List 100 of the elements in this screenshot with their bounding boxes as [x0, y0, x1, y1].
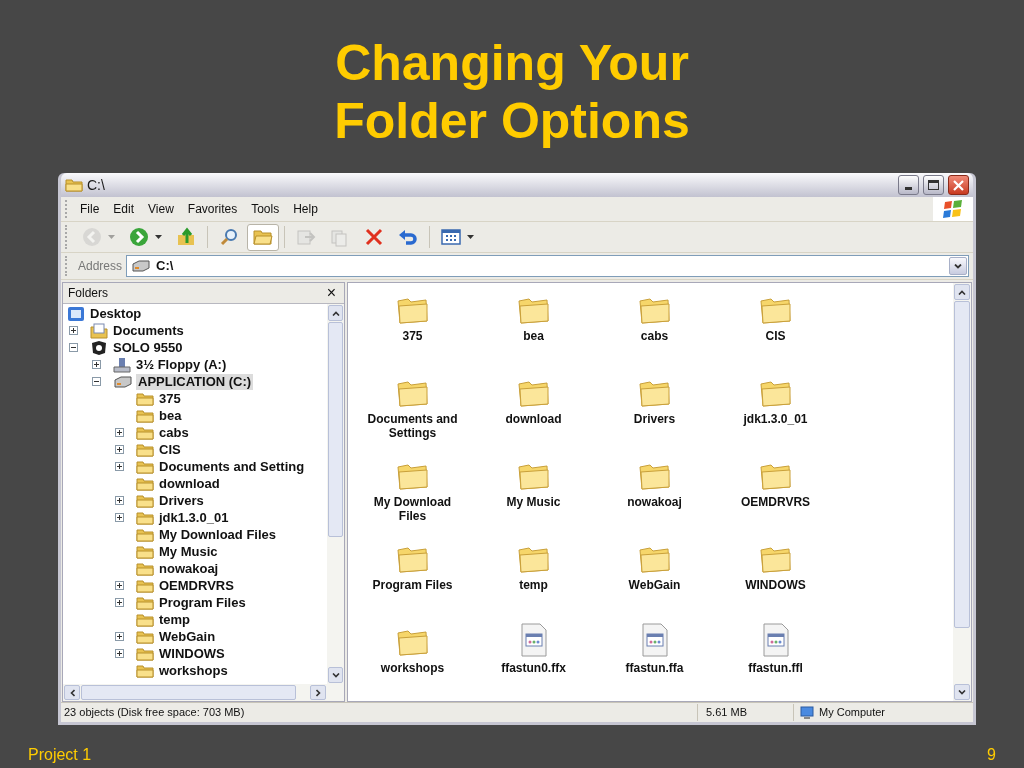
folder-item[interactable]: cabs: [594, 289, 715, 372]
tree-item[interactable]: nowakoaj: [157, 560, 221, 577]
vertical-scrollbar[interactable]: [327, 304, 344, 684]
maximize-button[interactable]: [923, 175, 944, 195]
documents-folder-icon: [90, 322, 108, 339]
folder-item[interactable]: Drivers: [594, 372, 715, 455]
folder-item[interactable]: workshops: [352, 621, 473, 704]
expand-icon[interactable]: [92, 360, 101, 369]
folder-icon: [395, 627, 430, 657]
document-item[interactable]: ffastun0.ffx: [473, 621, 594, 704]
caret-icon[interactable]: [467, 235, 474, 239]
folder-item[interactable]: temp: [473, 538, 594, 621]
close-icon: [953, 179, 964, 191]
folder-item[interactable]: My Music: [473, 455, 594, 538]
menu-item[interactable]: Tools: [245, 200, 286, 218]
folder-item[interactable]: Documents and Settings: [352, 372, 473, 455]
document-icon: [639, 623, 670, 657]
expand-icon[interactable]: [115, 513, 124, 522]
status-zone: My Computer: [819, 705, 886, 721]
tree-item[interactable]: Desktop: [88, 305, 144, 322]
tree-item[interactable]: workshops: [157, 662, 230, 679]
tree-item[interactable]: Drivers: [157, 492, 206, 509]
expand-icon[interactable]: [115, 462, 124, 471]
folder-icon: [65, 178, 83, 192]
close-pane-button[interactable]: ×: [323, 285, 339, 301]
folder-icon: [637, 295, 672, 325]
undo-icon: [398, 227, 418, 247]
folder-icon: [136, 527, 154, 542]
tree-item[interactable]: Program Files: [157, 594, 248, 611]
folder-icon: [516, 295, 551, 325]
folder-item[interactable]: My Download Files: [352, 455, 473, 538]
folder-icon: [136, 459, 154, 474]
tree-item[interactable]: Documents: [111, 322, 186, 339]
menu-item[interactable]: View: [142, 200, 180, 218]
folder-item[interactable]: nowakoaj: [594, 455, 715, 538]
expand-icon[interactable]: [115, 632, 124, 641]
expand-icon[interactable]: [115, 581, 124, 590]
folder-icon: [136, 425, 154, 440]
document-item[interactable]: ffastun.ffl: [715, 621, 836, 704]
folder-item[interactable]: WINDOWS: [715, 538, 836, 621]
slide-title: Changing Your: [335, 34, 689, 92]
tree-item[interactable]: SOLO 9550: [111, 339, 185, 356]
tree-item[interactable]: temp: [157, 611, 193, 628]
folder-item[interactable]: 375: [352, 289, 473, 372]
folder-item[interactable]: jdk1.3.0_01: [715, 372, 836, 455]
tree-item[interactable]: 375: [157, 390, 183, 407]
status-summary: 23 objects (Disk free space: 703 MB): [63, 705, 246, 721]
tree-item[interactable]: cabs: [157, 424, 191, 441]
folder-icon: [136, 493, 154, 508]
menu-item[interactable]: Edit: [107, 200, 141, 218]
menu-item[interactable]: Help: [287, 200, 324, 218]
caret-icon[interactable]: [155, 235, 162, 239]
tree-item[interactable]: WINDOWS: [157, 645, 227, 662]
tree-item[interactable]: APPLICATION (C:): [136, 373, 254, 390]
horizontal-scrollbar[interactable]: [63, 684, 344, 701]
desktop-icon: [67, 305, 85, 322]
expand-icon[interactable]: [115, 649, 124, 658]
tree-item[interactable]: CIS: [157, 441, 183, 458]
expand-icon[interactable]: [115, 428, 124, 437]
menu-item[interactable]: File: [74, 200, 106, 218]
expand-icon[interactable]: [115, 496, 124, 505]
minimize-button[interactable]: [898, 175, 919, 195]
tree-item[interactable]: bea: [157, 407, 184, 424]
tree-item[interactable]: Documents and Setting: [157, 458, 307, 475]
tree-item[interactable]: download: [157, 475, 222, 492]
folder-item[interactable]: OEMDRVRS: [715, 455, 836, 538]
scroll-up-icon: [958, 289, 966, 295]
expand-icon[interactable]: [115, 598, 124, 607]
tree-item[interactable]: WebGain: [157, 628, 218, 645]
menu-item[interactable]: Favorites: [181, 200, 244, 218]
folder-icon: [758, 544, 793, 574]
folder-icon: [136, 544, 154, 559]
address-field[interactable]: C:\: [126, 255, 969, 277]
chevron-down-icon: [954, 263, 962, 269]
folder-item[interactable]: bea: [473, 289, 594, 372]
slide-title: Folder Options: [334, 92, 690, 150]
folder-item[interactable]: Program Files: [352, 538, 473, 621]
folder-icon: [516, 378, 551, 408]
folder-icon: [758, 295, 793, 325]
collapse-icon[interactable]: [69, 343, 78, 352]
vertical-scrollbar[interactable]: [953, 283, 971, 701]
status-size: 5.61 MB: [697, 704, 793, 721]
expand-icon[interactable]: [69, 326, 78, 335]
move-to-icon: [296, 227, 316, 247]
folder-item[interactable]: download: [473, 372, 594, 455]
tree-item[interactable]: My Music: [157, 543, 220, 560]
folder-item[interactable]: CIS: [715, 289, 836, 372]
dropdown-button[interactable]: [949, 257, 967, 275]
tree-item[interactable]: jdk1.3.0_01: [157, 509, 231, 526]
folder-item[interactable]: WebGain: [594, 538, 715, 621]
tree-item[interactable]: OEMDRVRS: [157, 577, 236, 594]
collapse-icon[interactable]: [92, 377, 101, 386]
tree-item[interactable]: 3½ Floppy (A:): [134, 356, 229, 373]
hard-drive-icon: [113, 374, 133, 389]
close-button[interactable]: [948, 175, 969, 195]
folder-icon: [758, 378, 793, 408]
expand-icon[interactable]: [115, 445, 124, 454]
folder-icon: [136, 595, 154, 610]
tree-item[interactable]: My Download Files: [157, 526, 278, 543]
document-item[interactable]: ffastun.ffa: [594, 621, 715, 704]
